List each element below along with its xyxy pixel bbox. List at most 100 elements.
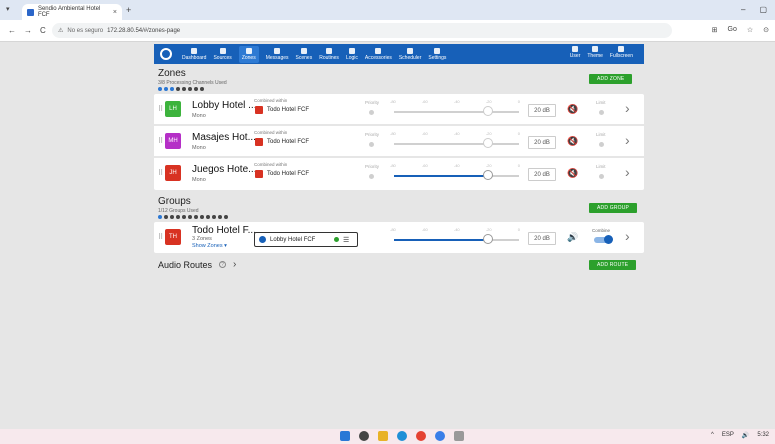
language-indicator[interactable]: ESP [722,432,734,439]
chevron-right-icon[interactable]: › [625,228,630,244]
translate-icon[interactable]: Go [728,26,737,34]
profile-icon[interactable]: ⊙ [763,26,769,34]
nav-label: Theme [587,53,603,59]
combine-toggle[interactable] [594,235,613,244]
group-volume-db-input[interactable]: 20 dB [528,232,556,245]
new-tab-button[interactable]: + [126,5,131,15]
mute-icon[interactable]: 🔇 [567,104,578,115]
volume-db-input[interactable]: 20 dB [528,136,556,149]
priority-label: Priority [365,132,380,137]
limit-indicator [599,142,604,147]
app-icon[interactable] [435,431,445,441]
volume-slider-handle[interactable] [483,170,493,180]
app-icon[interactable] [454,431,464,441]
chevron-right-icon[interactable]: › [625,132,630,148]
search-icon[interactable] [359,431,369,441]
show-zones-toggle[interactable]: Show Zones ▾ [192,243,227,249]
chevron-right-icon[interactable]: › [233,259,236,270]
volume-icon[interactable]: 🔊 [742,432,749,439]
clock[interactable]: 5:32 [757,432,769,439]
nav-messages[interactable]: Messages [266,47,289,61]
theme-icon [592,46,599,52]
nav-dashboard[interactable]: Dashboard [182,47,206,61]
chrome-icon[interactable] [416,431,426,441]
nav-label: Routines [319,54,339,61]
nav-accessories[interactable]: Accessories [365,47,392,61]
nav-sources[interactable]: Sources [213,47,232,61]
app-nav-bar: Dashboard Sources Zones Messages Scenes … [154,44,644,64]
volume-db-input[interactable]: 20 dB [528,104,556,117]
groups-subtitle: 1/12 Groups Used [158,208,199,214]
os-taskbar: ^ ESP 🔊 5:32 [0,429,775,444]
minimize-button[interactable]: – [741,5,745,14]
drag-handle-icon[interactable]: ⠿ [158,233,163,241]
maximize-button[interactable]: ▢ [759,5,767,14]
help-icon[interactable]: ? [219,261,227,268]
extension-icon[interactable]: ⊞ [712,26,718,34]
tab-list-dropdown[interactable]: ▾ [6,5,10,13]
forward-button[interactable]: → [24,26,32,35]
volume-slider-track[interactable] [394,143,519,145]
zones-subtitle: 3/8 Processing Channels Used [158,80,227,86]
list-icon[interactable]: ☰ [343,236,349,244]
volume-slider-handle[interactable] [483,138,493,148]
edge-icon[interactable] [397,431,407,441]
add-zone-button[interactable]: ADD ZONE [589,74,633,84]
nav-routines[interactable]: Routines [319,47,339,61]
groups-list: ⠿ TH Todo Hotel F... 3 Zones Show Zones … [154,222,644,253]
nav-zones[interactable]: Zones [238,45,259,63]
nav-settings[interactable]: Settings [428,47,446,61]
add-route-button[interactable]: ADD ROUTE [589,260,637,270]
chevron-right-icon[interactable]: › [625,164,630,180]
group-volume-slider-handle[interactable] [483,234,493,244]
volume-db-input[interactable]: 20 dB [528,168,556,181]
mute-icon[interactable]: 🔇 [567,136,578,147]
url-field[interactable]: ⚠ No es seguro 172.28.80.54/#/zones-page [52,23,672,38]
limit-label: Limit [596,132,606,137]
browser-tab[interactable]: Sendio Ambiental Hotel FCF × [22,4,122,20]
mute-icon[interactable]: 🔇 [567,168,578,179]
zone-row[interactable]: ⠿ LH Lobby Hotel ... Mono Combined withi… [154,94,644,126]
volume-slider-track[interactable] [394,175,519,177]
chevron-right-icon[interactable]: › [625,100,630,116]
zone-type: Mono [192,113,206,119]
group-row[interactable]: ⠿ TH Todo Hotel F... 3 Zones Show Zones … [154,222,644,254]
nav-scenes[interactable]: Scenes [296,47,312,61]
drag-handle-icon[interactable]: ⠿ [158,105,163,113]
reload-button[interactable]: C [40,26,46,35]
tray-overflow-icon[interactable]: ^ [711,432,714,439]
nav-theme[interactable]: Theme [587,46,603,59]
nav-label: User [569,53,581,59]
system-tray: ^ ESP 🔊 5:32 [711,432,769,439]
nav-fullscreen[interactable]: Fullscreen [610,46,633,59]
zone-row[interactable]: ⠿ JH Juegos Hote... Mono Combined within… [154,158,644,190]
zone-row[interactable]: ⠿ MH Masajes Hot... Mono Combined within… [154,126,644,158]
back-button[interactable]: ← [8,26,16,35]
audio-routes-header[interactable]: Audio Routes ? › [158,259,236,270]
add-group-button[interactable]: ADD GROUP [589,203,638,213]
combined-within-label: Combined within [254,98,288,103]
speaker-icon[interactable]: 🔊 [567,232,578,243]
start-icon[interactable] [340,431,350,441]
priority-label: Priority [365,100,380,105]
file-explorer-icon[interactable] [378,431,388,441]
volume-slider-handle[interactable] [483,106,493,116]
group-volume-slider-track[interactable] [394,239,519,241]
zone-name: Lobby Hotel ... [192,100,257,111]
drag-handle-icon[interactable]: ⠿ [158,137,163,145]
tab-close-icon[interactable]: × [113,9,117,16]
zones-list: ⠿ LH Lobby Hotel ... Mono Combined withi… [154,94,644,190]
nav-user[interactable]: User [569,46,581,59]
combined-group-name: Todo Hotel FCF [267,139,310,145]
drag-handle-icon[interactable]: ⠿ [158,169,163,177]
zone-avatar: MH [165,133,181,149]
nav-scheduler[interactable]: Scheduler [399,47,421,61]
app-logo-icon[interactable] [160,48,172,60]
zone-name: Masajes Hot... [192,132,256,143]
bookmark-star-icon[interactable]: ☆ [747,26,753,34]
group-member-chip[interactable]: Lobby Hotel FCF ☰ [254,232,358,247]
nav-logic[interactable]: Logic [346,47,358,61]
group-icon [255,170,263,178]
volume-slider-track[interactable] [394,111,519,113]
address-bar-row: ← → C ⚠ No es seguro 172.28.80.54/#/zone… [0,20,775,42]
